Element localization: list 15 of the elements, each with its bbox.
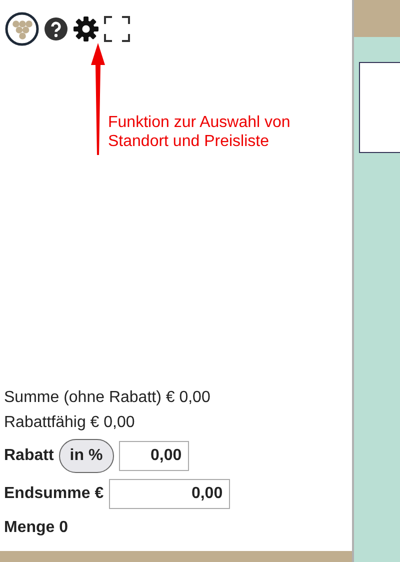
discount-field[interactable]: 0,00	[118, 441, 189, 471]
annotation-text: Standort und Preisliste	[108, 132, 270, 151]
discount-label: Rabatt	[4, 447, 54, 465]
summary-line: Summe (ohne Rabatt) € 0,00	[4, 388, 212, 408]
discount-mode-button[interactable]: in %	[58, 439, 114, 473]
logo-icon[interactable]	[5, 12, 39, 46]
help-icon[interactable]	[44, 17, 68, 41]
annotation-text: Funktion zur Auswahl von	[108, 113, 290, 132]
header-bar	[354, 0, 400, 37]
quantity-text: Menge 0	[4, 518, 70, 538]
summary-line: Rabattfähig € 0,00	[4, 413, 136, 433]
total-field[interactable]: 0,00	[108, 479, 230, 509]
settings-icon[interactable]	[73, 16, 99, 42]
total-label: Endsumme €	[4, 485, 104, 503]
fullscreen-icon[interactable]	[104, 16, 130, 42]
